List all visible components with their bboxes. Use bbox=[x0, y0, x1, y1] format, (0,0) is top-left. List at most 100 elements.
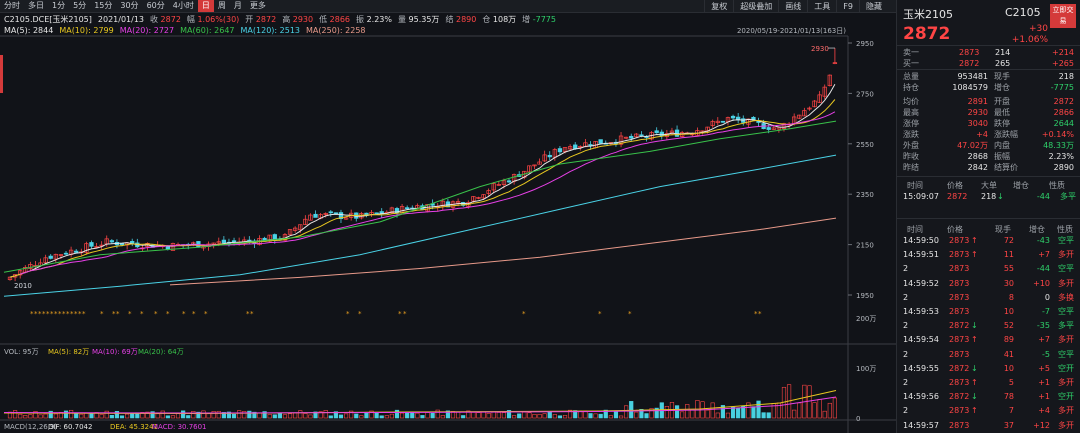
period-tab[interactable]: 分时 bbox=[0, 0, 24, 12]
period-tab[interactable]: 15分 bbox=[90, 0, 116, 12]
volume-ma5-legend: MA(5): 82万 bbox=[48, 348, 89, 356]
tick-change: -43 bbox=[1036, 236, 1050, 245]
candle-body bbox=[730, 115, 736, 119]
candle-body bbox=[63, 252, 69, 255]
stat-value: 218 bbox=[1058, 72, 1074, 81]
price-axis-label: 2350 bbox=[856, 191, 874, 199]
chart-area[interactable]: 2020/05/19-2021/01/13(163日)2950275025502… bbox=[0, 0, 896, 433]
candle-body bbox=[720, 120, 726, 123]
signal-star: * bbox=[204, 310, 208, 318]
panel-row: 总量 953481 现手 218 bbox=[897, 71, 1080, 82]
tick-change: -35 bbox=[1036, 321, 1050, 331]
panel-row: 卖一 2873 214 +214 bbox=[897, 47, 1080, 58]
side-marker bbox=[0, 55, 3, 93]
trade-now-label: 立即交易 bbox=[1052, 6, 1074, 25]
tick-arrow: ↑ bbox=[971, 406, 978, 416]
tick-nature: 多开 bbox=[1058, 250, 1074, 260]
panel-row: 14:59:54 2873 ↑ 89 +7 多开 bbox=[897, 334, 1080, 345]
tool-button[interactable]: 隐藏 bbox=[859, 0, 888, 13]
tick-change: +4 bbox=[1038, 406, 1050, 416]
tick-price: 2873 bbox=[949, 406, 970, 416]
tool-button[interactable]: 复权 bbox=[704, 0, 733, 13]
signal-star: * bbox=[628, 310, 632, 318]
stat-label: 最高 bbox=[903, 108, 919, 117]
stat-label: 均价 bbox=[903, 97, 919, 106]
stat-value: 2872 bbox=[1053, 97, 1074, 106]
tick-time: 14:59:52 bbox=[903, 278, 939, 288]
panel-row: 2 2872 ↓ 52 -35 多平 bbox=[897, 320, 1080, 331]
volume-bar bbox=[736, 407, 741, 419]
volume-bar bbox=[354, 413, 359, 419]
signal-star: * bbox=[522, 310, 526, 318]
stat-value: 2866 bbox=[1053, 108, 1074, 117]
divider bbox=[897, 69, 1080, 70]
stat-value: 953481 bbox=[957, 72, 988, 81]
low-label: 低 bbox=[319, 14, 328, 24]
price-change-pct: +1.06% bbox=[1011, 35, 1048, 45]
open-label: 开 bbox=[245, 14, 254, 24]
tool-button[interactable]: F9 bbox=[836, 0, 859, 13]
tick-change: -5 bbox=[1042, 349, 1050, 359]
ticks-header: 性质 bbox=[1057, 225, 1073, 234]
tick-time: 2 bbox=[903, 292, 909, 302]
period-tab[interactable]: 日 bbox=[197, 0, 214, 12]
date-label: 2021/01/13 bbox=[97, 14, 144, 24]
candle-body bbox=[674, 129, 680, 137]
tick-price: 2873 bbox=[949, 420, 970, 430]
close-value: 2872 bbox=[160, 14, 181, 24]
tick-time: 2 bbox=[903, 406, 909, 416]
period-tab[interactable]: 5分 bbox=[69, 0, 90, 12]
tick-time: 2 bbox=[903, 321, 909, 331]
stat-label: 现手 bbox=[994, 72, 1010, 81]
signal-star: * bbox=[154, 310, 158, 318]
period-tab[interactable]: 月 bbox=[230, 0, 246, 12]
tool-button[interactable]: 画线 bbox=[778, 0, 807, 13]
low-value: 2866 bbox=[329, 14, 351, 24]
stat-label: 内盘 bbox=[994, 141, 1010, 150]
stat-value: 47.02万 bbox=[957, 141, 988, 150]
tick-arrow: ↑ bbox=[971, 250, 978, 260]
panel-row: 14:59:57 2873 37 +12 多开 bbox=[897, 420, 1080, 431]
period-tab[interactable]: 30分 bbox=[116, 0, 142, 12]
period-tab[interactable]: 多日 bbox=[24, 0, 48, 12]
period-tab[interactable]: 4小时 bbox=[169, 0, 198, 12]
volume-bar bbox=[247, 410, 252, 419]
candle-body bbox=[221, 239, 227, 244]
period-tab[interactable]: 60分 bbox=[143, 0, 169, 12]
close-label: 收 bbox=[150, 14, 158, 24]
stat-value: 2891 bbox=[967, 97, 988, 106]
high-annotation: 2930 bbox=[811, 45, 829, 53]
stat-label: 增仓 bbox=[994, 83, 1010, 92]
stat-value: 2644 bbox=[1053, 119, 1074, 128]
period-tab[interactable]: 1分 bbox=[48, 0, 69, 12]
candle-body bbox=[506, 180, 512, 183]
bidask-volume: 214 bbox=[995, 48, 1011, 57]
tool-button[interactable]: 超级叠加 bbox=[733, 0, 778, 13]
volume-bar bbox=[231, 413, 237, 419]
candle-body bbox=[598, 139, 603, 144]
price-axis-label: 2150 bbox=[856, 242, 874, 250]
trade-now-button[interactable]: 立即交易 bbox=[1050, 4, 1076, 28]
volume-bar bbox=[328, 415, 333, 419]
volume-bar bbox=[63, 410, 69, 419]
volume-bar bbox=[430, 412, 435, 419]
panel-row: 时间 价格 大单 增仓 性质 bbox=[897, 180, 1080, 191]
tick-nature: 多开 bbox=[1058, 278, 1074, 288]
period-tab[interactable]: 更多 bbox=[246, 0, 270, 12]
signal-star: * bbox=[598, 310, 602, 318]
quote-panel: 玉米2105 C2105 立即交易 2872 +30 +1.06% 卖一 2873 214 +21… bbox=[896, 0, 1080, 433]
tick-volume: 55 bbox=[1003, 264, 1014, 274]
divider bbox=[897, 45, 1080, 46]
tick-nature: 多开 bbox=[1058, 335, 1074, 345]
tick-time: 14:59:57 bbox=[903, 420, 939, 430]
trade-header: 增仓 bbox=[1013, 181, 1029, 190]
macd-legend-item: DIF: 60.7042 bbox=[48, 423, 92, 431]
tool-button[interactable]: 工具 bbox=[807, 0, 836, 13]
trade-change: -44 bbox=[1036, 192, 1050, 201]
tick-time: 2 bbox=[903, 349, 909, 359]
stat-value: 2842 bbox=[967, 163, 988, 172]
candle-body bbox=[333, 212, 339, 215]
period-tab[interactable]: 周 bbox=[214, 0, 230, 12]
trade-header: 价格 bbox=[947, 181, 963, 190]
stat-label: 跌停 bbox=[994, 119, 1010, 128]
